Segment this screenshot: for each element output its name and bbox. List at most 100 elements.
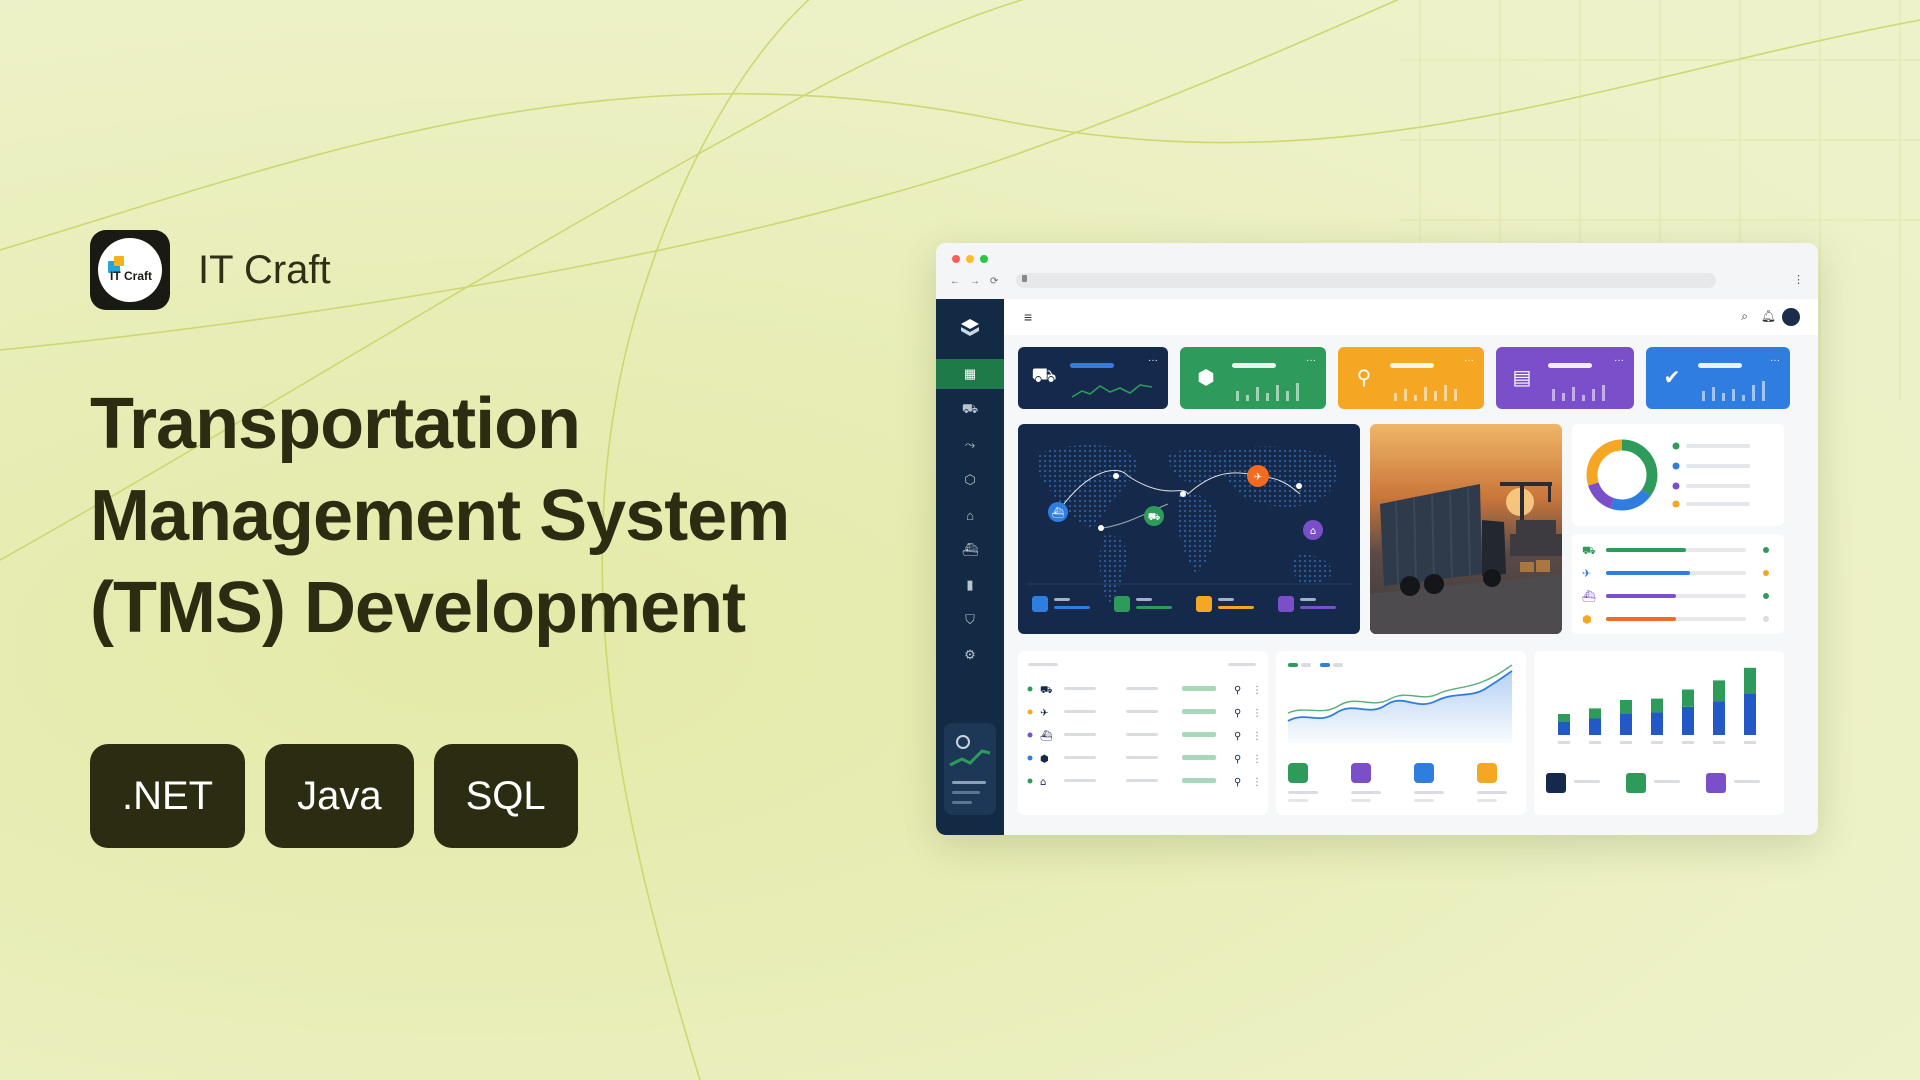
address-bar[interactable] bbox=[1016, 273, 1716, 288]
menu-icon[interactable]: ≡ bbox=[1024, 309, 1032, 325]
sidebar-item-shipments[interactable]: ⬡ bbox=[936, 465, 1004, 495]
browser-toolbar: ← → ⟳ ⋮ bbox=[936, 243, 1818, 299]
kpi-card-packages[interactable]: ⬢ ··· bbox=[1180, 347, 1326, 409]
title-line-3: (TMS) Development bbox=[90, 568, 746, 648]
svg-text:⬢: ⬢ bbox=[1582, 613, 1592, 626]
donut-chart bbox=[1586, 439, 1658, 511]
forward-icon[interactable]: → bbox=[970, 276, 980, 287]
bar-tick bbox=[1620, 741, 1632, 744]
sidebar-promo-card[interactable] bbox=[944, 723, 996, 815]
svg-text:⚲: ⚲ bbox=[1234, 685, 1241, 696]
sidebar-item-reports[interactable]: ▮ bbox=[936, 570, 1004, 600]
app-logo-icon bbox=[961, 319, 979, 336]
svg-text:⚲: ⚲ bbox=[1234, 777, 1241, 788]
sidebar-item-dashboard[interactable]: ▦ bbox=[936, 359, 1004, 389]
brand-name: IT Craft bbox=[198, 247, 331, 292]
sidebar: ▦ ⛟ ⤳ ⬡ ⌂ ⛴ ▮ ⛉ ⚙ bbox=[936, 299, 1004, 835]
route-map[interactable]: ⛴ ⛟ ✈ ⌂ bbox=[1018, 424, 1360, 634]
sidebar-item-freight[interactable]: ⛴ bbox=[936, 535, 1004, 565]
title-line-1: Transportation bbox=[90, 384, 581, 464]
bar-segment bbox=[1713, 701, 1725, 735]
bar-segment bbox=[1744, 693, 1756, 735]
minimize-dot[interactable] bbox=[966, 255, 974, 263]
back-icon[interactable]: ← bbox=[950, 276, 960, 287]
bar-tick bbox=[1589, 741, 1601, 744]
kpi-mini-bars bbox=[1236, 383, 1299, 401]
bell-icon[interactable]: 🔔︎ bbox=[1761, 309, 1776, 323]
svg-text:⋮: ⋮ bbox=[1252, 754, 1262, 765]
kpi-card-fleet[interactable]: ⛟ ··· bbox=[1018, 347, 1168, 409]
bar-tick bbox=[1713, 741, 1725, 744]
reload-icon[interactable]: ⟳ bbox=[990, 276, 998, 287]
bar-segment bbox=[1558, 714, 1570, 722]
area-chart-panel[interactable] bbox=[1276, 651, 1526, 815]
donut-panel[interactable] bbox=[1572, 424, 1784, 526]
svg-text:⋮: ⋮ bbox=[1252, 777, 1262, 788]
gear-icon: ⚙ bbox=[964, 647, 976, 662]
svg-text:✈: ✈ bbox=[1582, 567, 1591, 580]
package-icon: ⬡ bbox=[964, 472, 976, 487]
clipboard-icon: ▤ bbox=[1512, 366, 1532, 389]
title-line-2: Management System bbox=[90, 476, 790, 556]
tech-badge-dotnet: .NET bbox=[90, 744, 246, 848]
lock-icon bbox=[1022, 275, 1027, 282]
check-circle-icon: ✔ bbox=[1663, 366, 1681, 389]
svg-text:⛟: ⛟ bbox=[1040, 685, 1053, 696]
warehouse-icon: ⌂ bbox=[966, 507, 974, 523]
search-icon[interactable]: ⌕ bbox=[1741, 309, 1748, 324]
bar-segment bbox=[1620, 713, 1632, 735]
svg-text:⋮: ⋮ bbox=[1252, 685, 1262, 696]
svg-text:⌂: ⌂ bbox=[1040, 777, 1046, 788]
tech-badge-sql: SQL bbox=[433, 744, 578, 848]
browser-window: ← → ⟳ ⋮ ▦ ⛟ ⤳ ⬡ ⌂ ⛴ ▮ ⛉ ⚙ ≡ ⌕ 🔔︎ ⛟ ··· ⬢… bbox=[936, 243, 1818, 835]
bar-segment bbox=[1589, 718, 1601, 735]
browser-menu-icon[interactable]: ⋮ bbox=[1793, 273, 1804, 286]
bar-segment bbox=[1651, 712, 1663, 735]
table-row: ✈ ⚲ ⋮ bbox=[1027, 708, 1262, 719]
sidebar-item-security[interactable]: ⛉ bbox=[936, 605, 1004, 635]
truck-icon: ⛟ bbox=[961, 401, 979, 416]
svg-text:⋮: ⋮ bbox=[1252, 708, 1262, 719]
bar-segment bbox=[1589, 708, 1601, 719]
bar-tick bbox=[1651, 741, 1663, 744]
shield-icon: ⛉ bbox=[965, 612, 975, 627]
sidebar-item-routes[interactable]: ⤳ bbox=[936, 430, 1004, 460]
table-row: ⛴ ⚲ ⋮ bbox=[1027, 730, 1262, 742]
route-icon: ⤳ bbox=[964, 437, 976, 452]
svg-text:⛴: ⛴ bbox=[1582, 590, 1596, 603]
bar-chart-panel[interactable] bbox=[1534, 651, 1784, 815]
avatar[interactable] bbox=[1782, 308, 1800, 326]
kpi-card-locations[interactable]: ⚲ ··· bbox=[1338, 347, 1484, 409]
sidebar-item-warehouse[interactable]: ⌂ bbox=[936, 500, 1004, 530]
kpi-mini-bars bbox=[1394, 385, 1457, 401]
page-title: Transportation Management System (TMS) D… bbox=[90, 378, 810, 654]
kpi-card-delivered[interactable]: ✔ ··· bbox=[1646, 347, 1790, 409]
more-icon[interactable]: ··· bbox=[1614, 355, 1624, 366]
svg-text:✈: ✈ bbox=[1254, 472, 1262, 483]
kpi-mini-bars bbox=[1552, 385, 1605, 401]
bar-chart bbox=[1546, 667, 1760, 793]
truck-icon: ⛟ bbox=[1031, 364, 1057, 387]
tech-badge-java: Java bbox=[265, 744, 414, 848]
transport-progress-panel[interactable]: ⛟ ✈ ⛴ ⬢ bbox=[1572, 534, 1784, 634]
bar-segment bbox=[1682, 689, 1694, 707]
shipment-list-panel[interactable]: ⛟ ⚲ ⋮ ✈ ⚲ ⋮ ⛴ ⚲ ⋮ ⬢ ⚲ ⋮ ⌂ ⚲ ⋮ bbox=[1018, 651, 1268, 815]
world-map: ⛴ ⛟ ✈ ⌂ bbox=[1026, 445, 1352, 612]
tech-stack: .NET Java SQL bbox=[90, 744, 578, 848]
bar-chart-icon: ▮ bbox=[966, 577, 974, 592]
more-icon[interactable]: ··· bbox=[1306, 355, 1316, 366]
bar-segment bbox=[1620, 700, 1632, 714]
kpi-card-orders[interactable]: ▤ ··· bbox=[1496, 347, 1634, 409]
sidebar-item-fleet[interactable]: ⛟ bbox=[936, 395, 1004, 425]
sidebar-item-settings[interactable]: ⚙ bbox=[936, 640, 1004, 670]
trend-line-icon bbox=[949, 749, 991, 767]
maximize-dot[interactable] bbox=[980, 255, 988, 263]
more-icon[interactable]: ··· bbox=[1770, 355, 1780, 366]
close-dot[interactable] bbox=[952, 255, 960, 263]
bar-segment bbox=[1744, 667, 1756, 694]
more-icon[interactable]: ··· bbox=[1464, 355, 1474, 366]
dashboard-header: ≡ ⌕ 🔔︎ bbox=[1004, 299, 1818, 335]
bar-tick bbox=[1744, 741, 1756, 744]
more-icon[interactable]: ··· bbox=[1148, 355, 1158, 366]
truck-photo bbox=[1370, 424, 1562, 634]
